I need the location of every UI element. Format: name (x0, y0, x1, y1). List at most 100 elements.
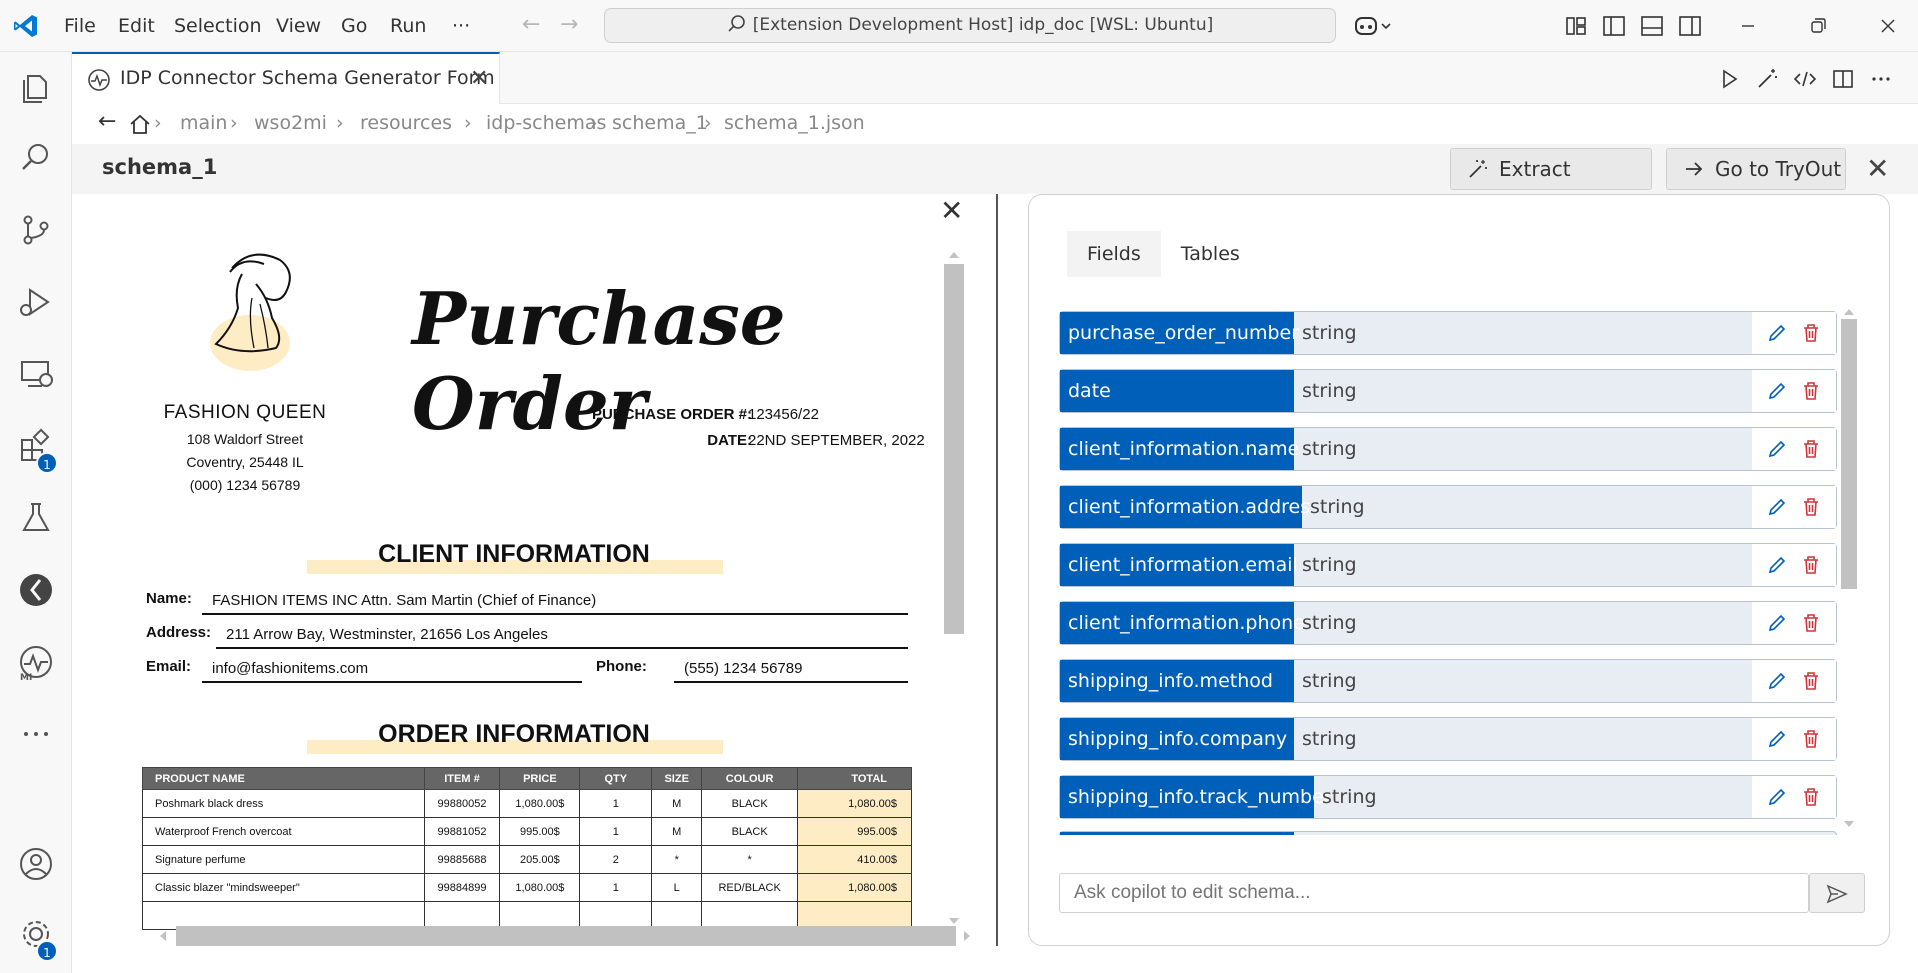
field-type[interactable]: string (1310, 486, 1365, 528)
ballerina-icon[interactable] (16, 570, 56, 610)
breadcrumb-wso2mi[interactable]: wso2mi (254, 112, 327, 134)
split-editor-icon[interactable] (1830, 66, 1856, 92)
delete-trash-icon[interactable] (1800, 786, 1822, 808)
preview-vertical-scrollbar[interactable] (944, 252, 964, 924)
menu-more[interactable]: ··· (452, 12, 470, 40)
breadcrumb-schema-file[interactable]: schema_1.json (724, 112, 865, 134)
field-name[interactable]: shipping_info.method (1060, 660, 1294, 702)
restore-icon[interactable] (1804, 12, 1832, 40)
close-window-icon[interactable] (1874, 12, 1902, 40)
field-name[interactable]: client_information.phone (1060, 602, 1305, 644)
edit-pencil-icon[interactable] (1766, 554, 1788, 576)
magic-wand-icon[interactable] (1754, 66, 1780, 92)
menu-run[interactable]: Run (390, 12, 426, 40)
field-type[interactable]: string (1302, 370, 1357, 412)
scrollbar-thumb[interactable] (1841, 319, 1857, 589)
field-type[interactable]: string (1302, 312, 1357, 354)
explorer-icon[interactable] (16, 68, 56, 108)
back-arrow-icon[interactable]: ← (522, 12, 540, 37)
copilot-icon[interactable] (1352, 12, 1396, 40)
delete-trash-icon[interactable] (1800, 496, 1822, 518)
customize-layout-icon[interactable] (1562, 12, 1590, 40)
toggle-panel-icon[interactable] (1638, 12, 1666, 40)
remote-explorer-icon[interactable] (16, 354, 56, 394)
scroll-up-icon[interactable] (1843, 307, 1855, 317)
breadcrumb-back-icon[interactable]: ← (98, 109, 116, 134)
tab-tables[interactable]: Tables (1161, 231, 1260, 277)
send-button[interactable] (1809, 873, 1865, 913)
ask-copilot-input[interactable] (1059, 873, 1809, 913)
toggle-secondary-sidebar-icon[interactable] (1676, 12, 1704, 40)
testing-icon[interactable] (16, 498, 56, 538)
delete-trash-icon[interactable] (1800, 380, 1822, 402)
breadcrumb-main[interactable]: main (180, 112, 227, 134)
field-type[interactable]: string (1302, 602, 1357, 644)
home-icon[interactable] (128, 113, 152, 135)
close-preview-icon[interactable]: ✕ (940, 194, 963, 227)
field-name[interactable]: shipping_info.track_number (1060, 776, 1332, 818)
field-type[interactable]: string (1302, 544, 1357, 586)
run-debug-icon[interactable] (16, 282, 56, 322)
code-view-icon[interactable] (1792, 66, 1818, 92)
preview-horizontal-scrollbar[interactable] (122, 924, 1002, 950)
vscode-logo-icon[interactable] (12, 12, 40, 40)
edit-pencil-icon[interactable] (1766, 612, 1788, 634)
search-icon[interactable] (16, 138, 56, 178)
tab-idp-schema-generator[interactable]: IDP Connector Schema Generator Form ✕ (72, 52, 500, 104)
delete-trash-icon[interactable] (1800, 728, 1822, 750)
scrollbar-thumb[interactable] (176, 926, 956, 946)
scroll-right-icon[interactable] (962, 930, 972, 942)
edit-pencil-icon[interactable] (1766, 670, 1788, 692)
field-name[interactable]: client_information.name (1060, 428, 1299, 470)
menu-selection[interactable]: Selection (174, 12, 262, 40)
pane-splitter[interactable] (996, 194, 998, 946)
field-name[interactable]: date (1060, 370, 1294, 412)
close-schema-icon[interactable]: ✕ (1866, 152, 1889, 185)
scroll-down-icon[interactable] (1843, 819, 1855, 829)
delete-trash-icon[interactable] (1800, 612, 1822, 634)
go-to-tryout-button[interactable]: Go to TryOut (1666, 148, 1846, 190)
menu-go[interactable]: Go (341, 12, 367, 40)
field-name[interactable]: shipping_info.company (1060, 718, 1294, 760)
edit-pencil-icon[interactable] (1766, 438, 1788, 460)
field-type[interactable]: string (1302, 660, 1357, 702)
delete-trash-icon[interactable] (1800, 438, 1822, 460)
accounts-icon[interactable] (16, 844, 56, 884)
tab-fields[interactable]: Fields (1067, 231, 1161, 277)
field-name[interactable]: purchase_order_number (1060, 312, 1299, 354)
delete-trash-icon[interactable] (1800, 322, 1822, 344)
edit-pencil-icon[interactable] (1766, 728, 1788, 750)
scrollbar-thumb[interactable] (944, 264, 964, 634)
breadcrumb-idp-schemas[interactable]: idp-schemas (486, 112, 606, 134)
command-center[interactable]: [Extension Development Host] idp_doc [WS… (604, 8, 1336, 43)
forward-arrow-icon[interactable]: → (560, 12, 578, 37)
minimize-icon[interactable] (1734, 12, 1762, 40)
source-control-icon[interactable] (16, 210, 56, 250)
more-actions-icon[interactable] (1868, 66, 1894, 92)
delete-trash-icon[interactable] (1800, 554, 1822, 576)
scroll-up-icon[interactable] (948, 250, 960, 260)
menu-view[interactable]: View (276, 12, 321, 40)
menu-edit[interactable]: Edit (118, 12, 155, 40)
breadcrumb-resources[interactable]: resources (360, 112, 452, 134)
edit-pencil-icon[interactable] (1766, 322, 1788, 344)
edit-pencil-icon[interactable] (1766, 380, 1788, 402)
scroll-left-icon[interactable] (158, 930, 168, 942)
field-name[interactable]: client_information.email (1060, 544, 1298, 586)
field-name[interactable] (1060, 832, 1294, 835)
edit-pencil-icon[interactable] (1766, 496, 1788, 518)
field-type[interactable]: string (1322, 776, 1377, 818)
tab-close-icon[interactable]: ✕ (470, 66, 488, 91)
breadcrumb-schema-folder[interactable]: schema_1 (612, 112, 708, 134)
more-views-icon[interactable] (16, 714, 56, 754)
field-type[interactable]: string (1302, 718, 1357, 760)
menu-file[interactable]: File (64, 12, 96, 40)
field-name[interactable]: client_information.address (1060, 486, 1320, 528)
extract-schema-button[interactable]: Extract Schema (1450, 148, 1652, 221)
delete-trash-icon[interactable] (1800, 670, 1822, 692)
field-list-scrollbar[interactable] (1839, 307, 1859, 837)
run-icon[interactable] (1716, 66, 1742, 92)
toggle-primary-sidebar-icon[interactable] (1600, 12, 1628, 40)
edit-pencil-icon[interactable] (1766, 786, 1788, 808)
field-type[interactable]: string (1302, 428, 1357, 470)
